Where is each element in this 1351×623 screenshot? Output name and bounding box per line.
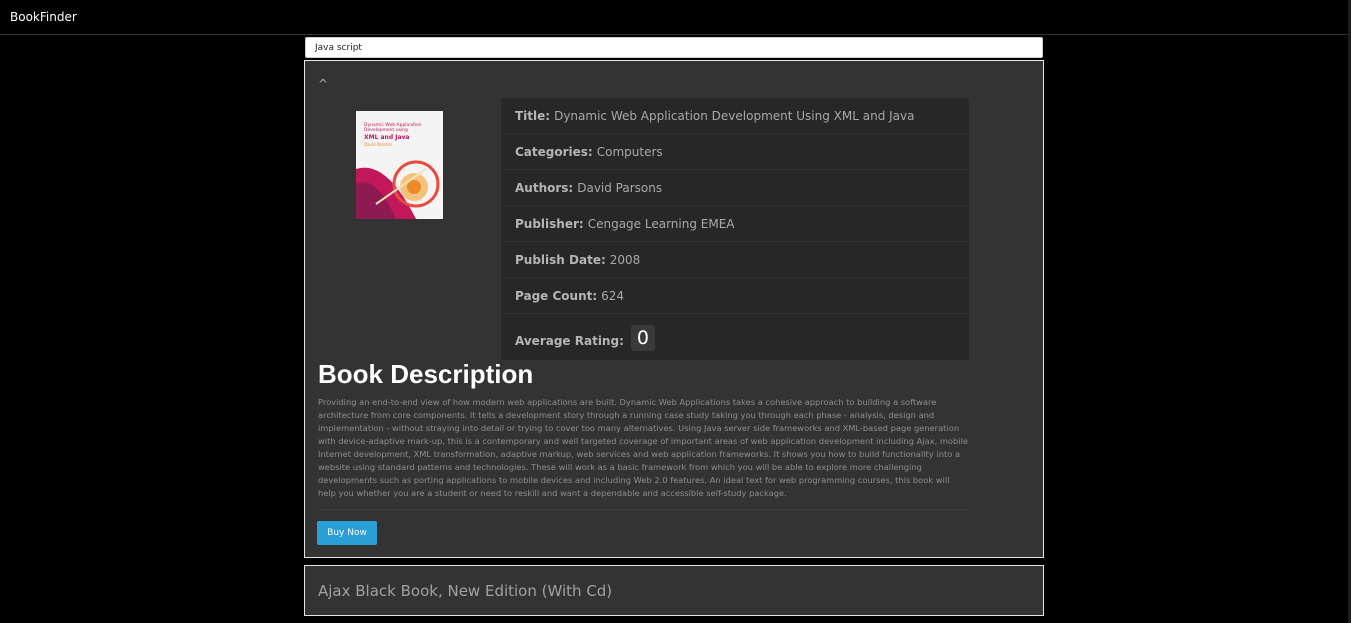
divider [318,509,969,510]
book-result-collapsed[interactable]: Ajax Black Book, New Edition (With Cd) [304,565,1044,616]
detail-value: Dynamic Web Application Development Usin… [554,108,915,123]
description-text: Providing an end-to-end view of how mode… [318,397,968,498]
brand-logo[interactable]: BookFinder [10,10,77,24]
detail-label: Publish Date: [515,252,606,267]
cover-title-emphasis: XML and Java [364,134,410,141]
book-details-table: Title: Dynamic Web Application Developme… [501,98,969,360]
detail-value: 2008 [609,252,641,267]
detail-value: David Parsons [577,180,663,195]
book-cover-image: Dynamic Web Application Development usin… [356,111,443,219]
detail-label: Page Count: [515,288,598,303]
buy-now-button[interactable]: Buy Now [317,521,377,545]
detail-value: Computers [596,144,663,159]
collapse-caret-icon[interactable]: ^ [318,77,328,91]
detail-row-categories: Categories: Computers [501,134,969,170]
detail-row-authors: Authors: David Parsons [501,170,969,206]
search-input[interactable] [305,37,1043,58]
detail-row-average-rating: Average Rating: 0 [501,314,969,360]
cover-title-line: Dynamic Web Application Development usin… [364,123,422,133]
detail-label: Authors: [515,180,574,195]
cover-artwork [356,160,440,219]
detail-row-page-count: Page Count: 624 [501,278,969,314]
cover-author: David Parsons [364,142,393,147]
detail-row-title: Title: Dynamic Web Application Developme… [501,98,969,134]
detail-value: Cengage Learning EMEA [587,216,735,231]
book-title[interactable]: Ajax Black Book, New Edition (With Cd) [318,582,612,600]
rating-badge: 0 [630,325,655,351]
detail-label: Average Rating: [515,334,624,348]
detail-label: Categories: [515,144,593,159]
navbar: BookFinder [0,0,1351,35]
detail-label: Publisher: [515,216,584,231]
detail-row-publisher: Publisher: Cengage Learning EMEA [501,206,969,242]
detail-row-publish-date: Publish Date: 2008 [501,242,969,278]
detail-label: Title: [515,108,551,123]
description-heading: Book Description [318,359,534,389]
book-result-expanded: ^ Dynamic Web Application Development us… [304,60,1044,558]
detail-value: 624 [601,288,625,303]
